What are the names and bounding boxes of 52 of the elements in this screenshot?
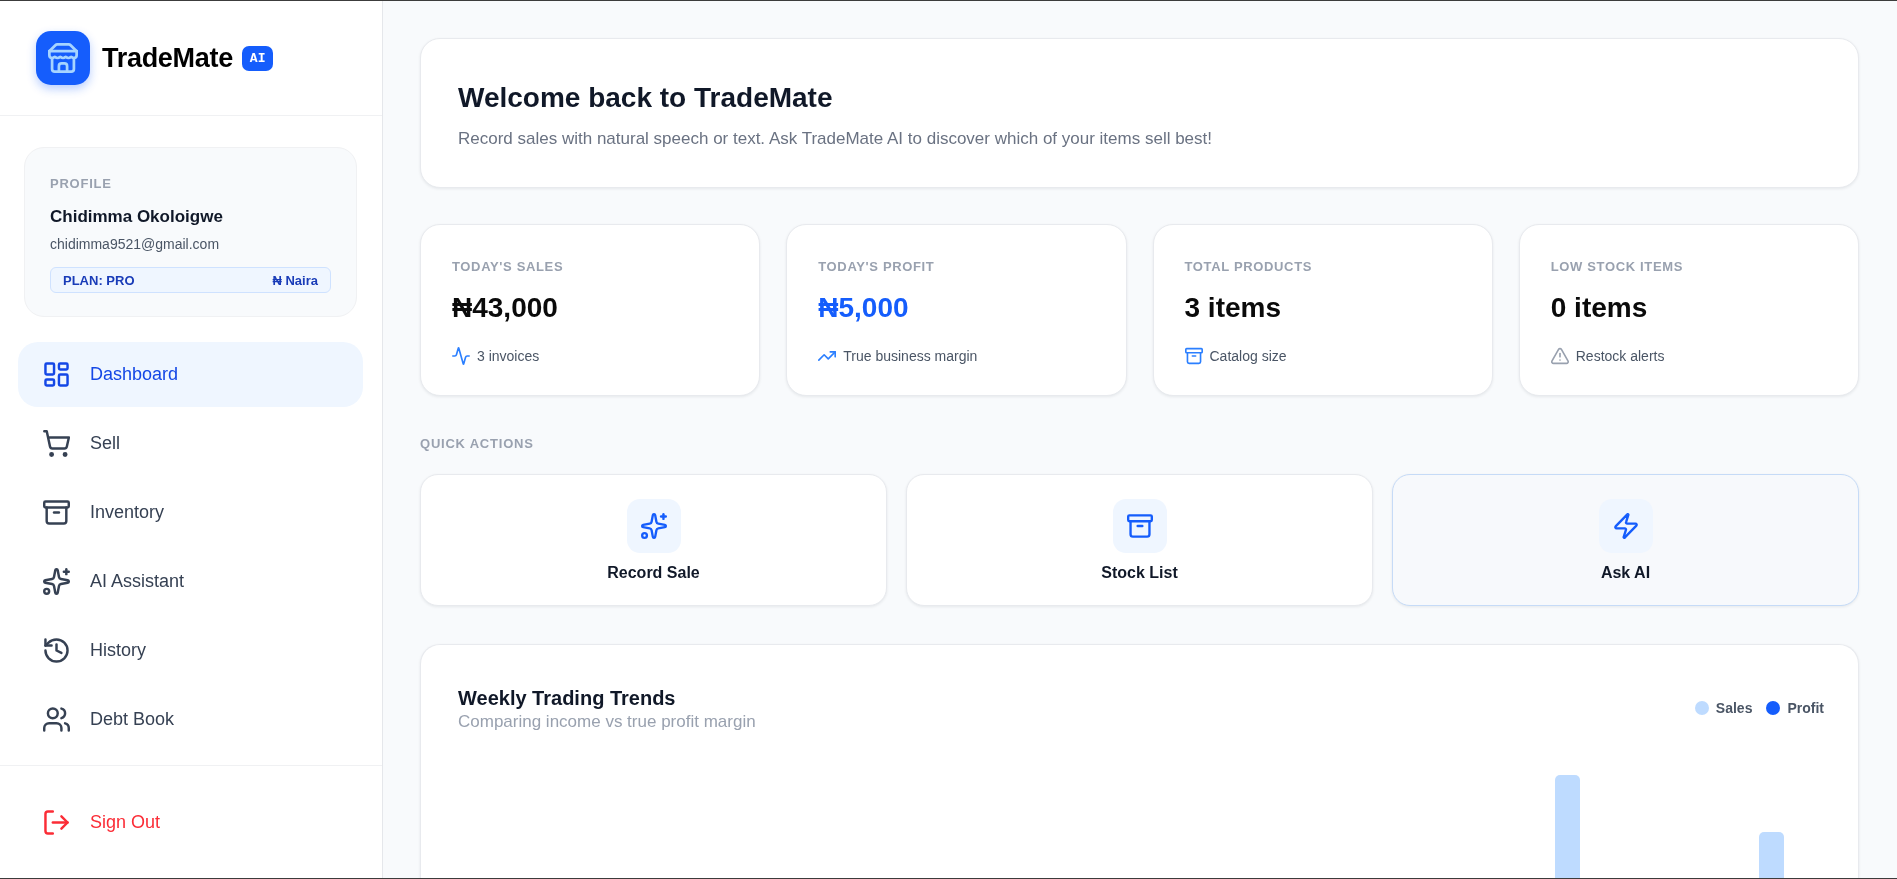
user-name: Chidimma Okoloigwe — [50, 206, 224, 228]
archive-box-icon — [1184, 347, 1203, 365]
brand-name: TradeMate — [102, 42, 233, 74]
sign-out-button[interactable]: Sign Out — [18, 790, 161, 855]
archive-box-icon — [1112, 499, 1167, 553]
stat-value: 3 items — [1184, 291, 1281, 325]
sparkles-icon — [626, 499, 681, 553]
quick-action-button[interactable]: Stock List — [906, 474, 1373, 606]
nav-item[interactable]: Sell — [18, 411, 363, 476]
stat-value: ₦43,000 — [452, 291, 558, 325]
pulse-icon — [452, 347, 470, 365]
sales-bar — [1759, 832, 1784, 878]
chart-subtitle: Comparing income vs true profit margin — [458, 711, 756, 733]
stat-note: 3 invoices — [477, 347, 540, 366]
stat-label: LOW STOCK ITEMS — [1550, 259, 1684, 275]
sparkles-icon — [43, 568, 70, 595]
quick-action-button[interactable]: Ask AI — [1392, 474, 1859, 606]
stat-value: ₦5,000 — [818, 291, 909, 325]
archive-box-icon — [43, 499, 70, 526]
legend-label: Sales — [1715, 699, 1753, 717]
store-icon — [36, 31, 90, 85]
nav-item[interactable]: Inventory — [18, 480, 363, 545]
nav-item[interactable]: History — [18, 618, 363, 683]
welcome-subtitle: Record sales with natural speech or text. Ask TradeMate AI to discover which of your items sell best! — [458, 128, 1212, 150]
nav-item[interactable]: AI Assistant — [18, 549, 363, 614]
stat-label: TOTAL PRODUCTS — [1184, 259, 1313, 275]
currency-label: ₦ Naira — [272, 272, 318, 288]
profile-heading: PROFILE — [50, 176, 113, 192]
users-icon — [43, 706, 70, 733]
stat-value: 0 items — [1550, 291, 1648, 325]
warning-icon — [1550, 347, 1569, 365]
welcome-title: Welcome back to TradeMate — [458, 81, 833, 115]
stat-label: TODAY'S SALES — [452, 259, 564, 275]
stat-note: Restock alerts — [1575, 347, 1665, 366]
sign-out-icon — [43, 809, 70, 836]
nav-item[interactable]: Debt Book — [18, 687, 363, 752]
history-icon — [43, 637, 70, 664]
trend-up-icon — [818, 350, 837, 362]
stat-label: TODAY'S PROFIT — [818, 259, 935, 275]
section-heading: QUICK ACTIONS — [420, 436, 534, 452]
lightning-icon — [1598, 499, 1653, 553]
plan-label: PLAN: PRO — [63, 272, 135, 288]
user-email: chidimma9521@gmail.com — [50, 235, 221, 253]
quick-action-button[interactable]: Record Sale — [420, 474, 887, 606]
ai-badge: AI — [241, 45, 274, 71]
stat-note: Catalog size — [1209, 347, 1287, 366]
cart-icon — [43, 430, 70, 457]
stat-note: True business margin — [843, 347, 978, 366]
chart-title: Weekly Trading Trends — [458, 686, 676, 711]
legend-label: Profit — [1787, 699, 1824, 717]
nav-item[interactable]: Dashboard — [18, 342, 363, 407]
grid-icon — [43, 361, 70, 388]
